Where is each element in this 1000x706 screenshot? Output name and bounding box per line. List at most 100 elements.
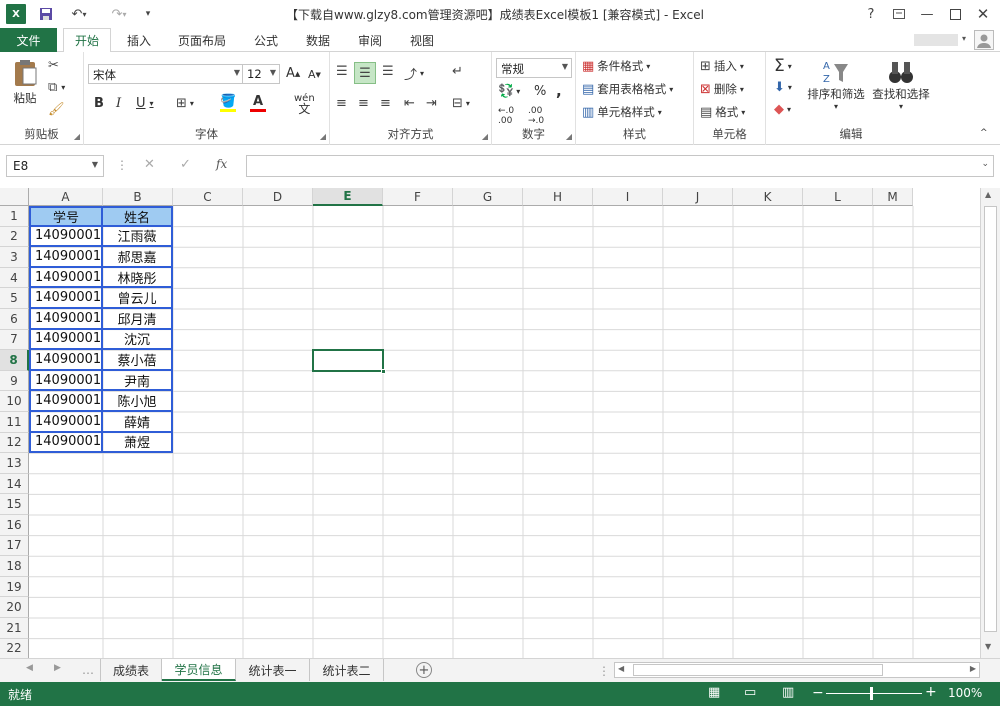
student-id-cell[interactable]: 14090001 (29, 226, 103, 248)
row-header-8[interactable]: 8 (0, 350, 29, 371)
zoom-slider[interactable] (826, 693, 922, 694)
grow-font-button[interactable]: A ▲ (286, 66, 300, 81)
row-header-1[interactable]: 1 (0, 206, 29, 227)
cancel-icon[interactable]: ✕ (144, 157, 155, 172)
row-header-10[interactable]: 10 (0, 391, 29, 412)
normal-view-icon[interactable]: ▦ (708, 685, 720, 700)
scroll-down-icon[interactable]: ▼ (985, 642, 991, 651)
sort-filter-button[interactable]: AZ 排序和筛选 ▾ (806, 58, 866, 111)
row-header-18[interactable]: 18 (0, 556, 29, 577)
align-left-icon[interactable]: ≡ (336, 96, 347, 111)
column-header-k[interactable]: K (733, 188, 803, 206)
name-box[interactable]: E8 ▼ (6, 155, 104, 177)
worksheet-grid[interactable]: A B C D E F G H I J K L M 1 2 3 4 5 6 7 8 9 10 11 12 13 14 15 16 17 18… (0, 188, 980, 658)
row-header-20[interactable]: 20 (0, 597, 29, 618)
tab-data[interactable]: 数据 (296, 28, 340, 52)
student-id-cell[interactable]: 14090001 (29, 350, 103, 371)
copy-icon[interactable]: ⧉ ▾ (48, 80, 65, 95)
account-area[interactable]: ▾ (912, 30, 998, 50)
sheet-tab-stats2[interactable]: 统计表二 (310, 659, 384, 681)
autosum-icon[interactable]: Σ ▾ (774, 56, 792, 76)
student-name-cell[interactable]: 曾云儿 (103, 288, 173, 309)
avatar[interactable] (974, 30, 994, 50)
student-id-cell[interactable]: 14090001 (29, 288, 103, 309)
student-id-cell[interactable]: 14090001 (29, 370, 103, 392)
launcher-icon[interactable]: ◢ (320, 132, 326, 141)
student-name-cell[interactable]: 沈沉 (103, 329, 173, 351)
row-header-3[interactable]: 3 (0, 247, 29, 268)
zoom-out-button[interactable]: − (812, 685, 824, 701)
student-id-cell[interactable]: 14090001 (29, 329, 103, 351)
tab-page-layout[interactable]: 页面布局 (168, 28, 236, 52)
undo-icon[interactable]: ↶ ▾ (64, 4, 94, 24)
fill-handle[interactable] (381, 368, 386, 374)
row-header-7[interactable]: 7 (0, 329, 29, 351)
border-icon[interactable]: ⊞ ▾ (176, 96, 194, 111)
row-header-17[interactable]: 17 (0, 535, 29, 557)
scroll-left-icon[interactable]: ◀ (618, 664, 624, 673)
scroll-right-icon[interactable]: ▶ (970, 664, 976, 673)
row-header-4[interactable]: 4 (0, 267, 29, 289)
scroll-up-icon[interactable]: ▲ (985, 190, 991, 199)
row-header-21[interactable]: 21 (0, 618, 29, 639)
more-sheets-icon[interactable]: … (82, 663, 94, 677)
clear-icon[interactable]: ◆ ▾ (774, 102, 791, 117)
new-sheet-button[interactable]: + (416, 662, 432, 678)
number-format-combo[interactable]: 常规 ▼ (496, 58, 572, 78)
horizontal-scrollbar[interactable]: ◀ ▶ (614, 662, 980, 678)
cell-styles-button[interactable]: ▥ 单元格样式 ▾ (582, 104, 662, 120)
launcher-icon[interactable]: ◢ (74, 132, 80, 141)
font-size-combo[interactable]: 12 ▼ (242, 64, 280, 84)
increase-indent-icon[interactable]: ⇥ (426, 96, 437, 111)
student-id-cell[interactable]: 14090001 (29, 309, 103, 330)
decrease-decimal-icon[interactable]: .00 →.0 (528, 106, 544, 126)
launcher-icon[interactable]: ◢ (482, 132, 488, 141)
tab-split-handle[interactable]: ⋮ (598, 664, 610, 678)
row-header-22[interactable]: 22 (0, 638, 29, 658)
row-header-16[interactable]: 16 (0, 515, 29, 536)
conditional-format-button[interactable]: ▦ 条件格式 ▾ (582, 58, 650, 74)
redo-icon[interactable]: ↷ ▾ (104, 4, 134, 24)
align-center-icon[interactable]: ≡ (358, 96, 369, 111)
ribbon-display-icon[interactable] (886, 3, 912, 25)
minimize-icon[interactable]: — (914, 3, 940, 25)
tab-review[interactable]: 审阅 (348, 28, 392, 52)
tab-view[interactable]: 视图 (400, 28, 444, 52)
phonetic-button[interactable]: wén 文 (294, 94, 315, 116)
sheet-tab-grades[interactable]: 成绩表 (100, 659, 162, 681)
customize-icon[interactable]: ▾ (140, 4, 156, 24)
table-header-cell[interactable]: 学号 (29, 206, 103, 227)
row-header-2[interactable]: 2 (0, 226, 29, 248)
formula-input[interactable]: ⌄ (246, 155, 994, 177)
decrease-indent-icon[interactable]: ⇤ (404, 96, 415, 111)
column-header-i[interactable]: I (593, 188, 663, 206)
row-header-6[interactable]: 6 (0, 309, 29, 330)
row-header-15[interactable]: 15 (0, 494, 29, 515)
shrink-font-button[interactable]: A ▼ (308, 68, 321, 81)
wrap-text-icon[interactable]: ↵ (452, 64, 463, 79)
find-select-button[interactable]: 查找和选择 ▾ (870, 58, 932, 111)
select-all-corner[interactable] (0, 188, 29, 206)
currency-icon[interactable]: 💱 ▾ (498, 84, 520, 99)
student-id-cell[interactable]: 14090001 (29, 247, 103, 268)
student-name-cell[interactable]: 陈小旭 (103, 391, 173, 412)
enter-icon[interactable]: ✓ (180, 157, 191, 172)
student-id-cell[interactable]: 14090001 (29, 391, 103, 412)
comma-button[interactable]: , (556, 82, 562, 100)
maximize-icon[interactable] (942, 3, 968, 25)
student-name-cell[interactable]: 江雨薇 (103, 226, 173, 248)
student-name-cell[interactable]: 林晓彤 (103, 267, 173, 289)
underline-button[interactable]: U ▾ (136, 96, 154, 111)
row-header-9[interactable]: 9 (0, 370, 29, 392)
h-scroll-thumb[interactable] (633, 664, 883, 676)
student-name-cell[interactable]: 邱月清 (103, 309, 173, 330)
student-name-cell[interactable]: 蔡小蓓 (103, 350, 173, 371)
close-icon[interactable]: ✕ (970, 3, 996, 25)
column-header-j[interactable]: J (663, 188, 733, 206)
increase-decimal-icon[interactable]: ←.0.00 (498, 106, 514, 126)
column-header-d[interactable]: D (243, 188, 313, 206)
delete-cells-button[interactable]: ⊠ 删除 ▾ (700, 81, 744, 97)
column-header-c[interactable]: C (173, 188, 243, 206)
column-header-b[interactable]: B (103, 188, 173, 206)
fill-color-icon[interactable]: 🪣 (220, 94, 236, 112)
